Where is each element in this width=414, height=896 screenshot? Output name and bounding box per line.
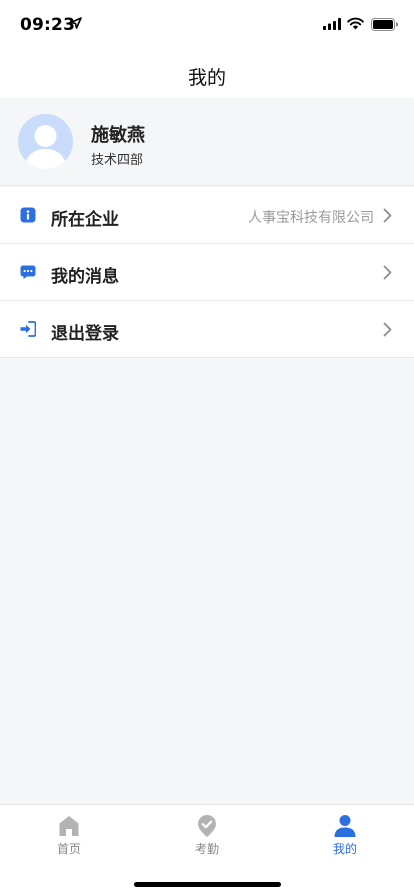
default-avatar-icon <box>24 125 67 169</box>
user-name: 施敏燕 <box>91 125 145 146</box>
user-department: 技术四部 <box>91 153 144 168</box>
cellular-signal-icon <box>323 18 341 30</box>
battery-icon <box>371 18 398 31</box>
location-check-icon <box>198 815 216 837</box>
logout-icon <box>20 321 36 337</box>
page-title: 我的 <box>187 67 226 89</box>
menu-item-messages[interactable]: 我的消息 <box>0 244 414 301</box>
chevron-right-icon <box>383 322 392 337</box>
menu-label-logout: 退出登录 <box>51 324 119 344</box>
avatar[interactable] <box>18 114 73 169</box>
profile-header[interactable]: 施敏燕 技术四部 <box>0 98 414 186</box>
tab-label-home: 首页 <box>56 842 81 856</box>
menu-label-company: 所在企业 <box>51 210 119 230</box>
home-indicator <box>134 882 281 887</box>
company-name-value: 人事宝科技有限公司 <box>248 210 374 226</box>
home-icon <box>59 816 79 836</box>
person-icon <box>334 815 356 837</box>
info-icon <box>20 207 36 223</box>
menu-item-company[interactable]: 所在企业 人事宝科技有限公司 <box>0 187 414 244</box>
tab-home[interactable]: 首页 <box>0 805 138 865</box>
wifi-icon <box>347 17 364 30</box>
status-bar: 09:23 <box>0 0 414 50</box>
tab-label-attendance: 考勤 <box>194 842 219 856</box>
chevron-right-icon <box>383 208 392 223</box>
tab-label-mine: 我的 <box>332 842 357 856</box>
menu-item-logout[interactable]: 退出登录 <box>0 301 414 358</box>
chevron-right-icon <box>383 265 392 280</box>
navigation-bar: 我的 <box>0 50 414 98</box>
tab-attendance[interactable]: 考勤 <box>138 805 276 865</box>
menu-label-messages: 我的消息 <box>51 267 119 287</box>
status-time: 09:23 <box>20 15 76 35</box>
tab-mine[interactable]: 我的 <box>276 805 414 865</box>
location-arrow-icon <box>70 17 82 29</box>
chat-bubble-icon <box>20 265 36 279</box>
settings-menu: 所在企业 人事宝科技有限公司 我的消息 退出登录 <box>0 187 414 358</box>
